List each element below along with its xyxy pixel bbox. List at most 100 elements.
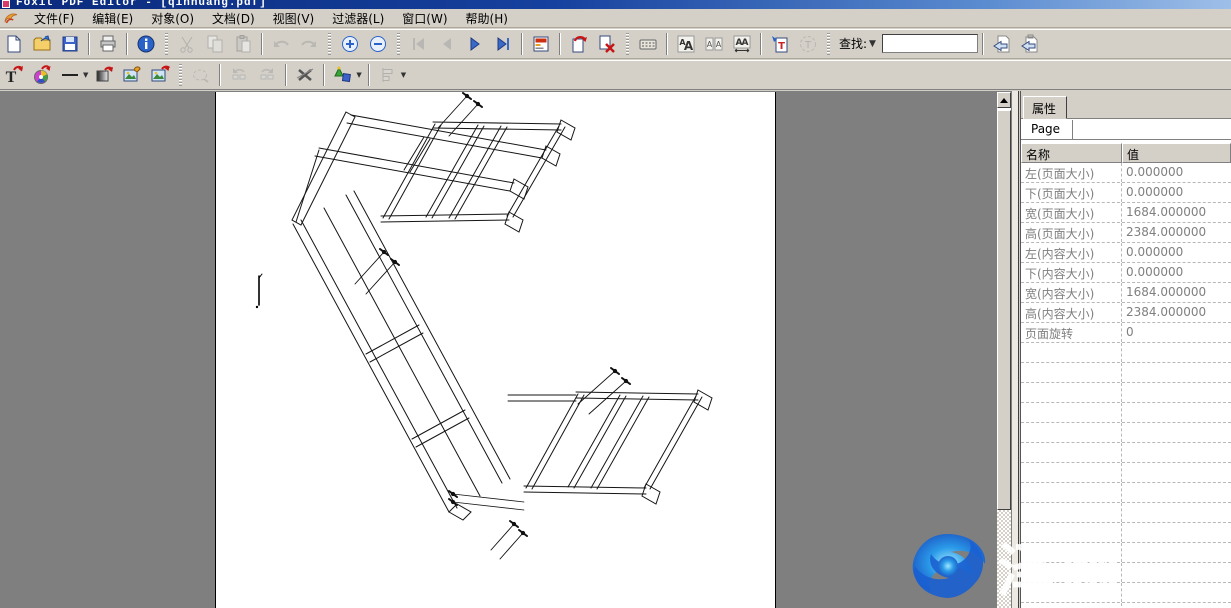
- char-spacing-icon: AA: [732, 34, 752, 54]
- property-row[interactable]: 页面旋转0: [1021, 323, 1231, 343]
- property-row[interactable]: 宽(页面大小)1684.000000: [1021, 203, 1231, 223]
- menu-item-file[interactable]: 文件(F): [25, 9, 83, 28]
- line-style-button-dropdown-icon[interactable]: ▼: [83, 71, 88, 79]
- toolbar-grip[interactable]: [827, 33, 830, 55]
- application-window: Foxit PDF Editor - [qinhuang.pdf] 文件(F)编…: [0, 0, 1231, 608]
- replace-image-button[interactable]: [147, 62, 173, 88]
- edit-color-button[interactable]: [29, 62, 55, 88]
- rotate-page-icon: [569, 34, 589, 54]
- vertical-scrollbar[interactable]: [997, 92, 1011, 608]
- column-header-name[interactable]: 名称: [1021, 143, 1122, 163]
- search-clip-button[interactable]: [1017, 31, 1043, 57]
- delete-object-button[interactable]: [292, 62, 318, 88]
- property-value[interactable]: 0: [1122, 323, 1231, 342]
- rotate-left-button[interactable]: [226, 62, 252, 88]
- first-page-button[interactable]: [406, 31, 432, 57]
- rotate-right-button[interactable]: [254, 62, 280, 88]
- copy-button[interactable]: [202, 31, 228, 57]
- rotate-page-button[interactable]: [566, 31, 592, 57]
- find-input[interactable]: [882, 34, 978, 53]
- prev-page-button[interactable]: [434, 31, 460, 57]
- scrollbar-thumb[interactable]: [997, 110, 1011, 510]
- property-value[interactable]: 0.000000: [1122, 183, 1231, 202]
- font-pair-button[interactable]: AA: [701, 31, 727, 57]
- property-value[interactable]: 0.000000: [1122, 263, 1231, 282]
- insert-shape-button-dropdown-icon[interactable]: ▼: [356, 71, 361, 79]
- menu-item-edit[interactable]: 编辑(E): [83, 9, 142, 28]
- add-text-button[interactable]: T: [767, 31, 793, 57]
- property-row[interactable]: 左(页面大小)0.000000: [1021, 163, 1231, 183]
- svg-text:T: T: [804, 40, 812, 51]
- property-value[interactable]: 0.000000: [1122, 163, 1231, 182]
- property-row[interactable]: 高(页面大小)2384.000000: [1021, 223, 1231, 243]
- toolbar-grip[interactable]: [328, 33, 331, 55]
- scroll-up-button[interactable]: [997, 92, 1011, 108]
- menu-item-window[interactable]: 窗口(W): [393, 9, 456, 28]
- last-page-button[interactable]: [490, 31, 516, 57]
- empty-row: [1021, 403, 1231, 423]
- menu-item-document[interactable]: 文档(D): [203, 9, 264, 28]
- search-document-button[interactable]: [989, 31, 1015, 57]
- pdf-page[interactable]: [215, 92, 776, 608]
- next-page-button[interactable]: [462, 31, 488, 57]
- font-size-button[interactable]: AA: [673, 31, 699, 57]
- insert-shape-button[interactable]: [330, 62, 356, 88]
- zoom-out-icon: [368, 34, 388, 54]
- empty-cell: [1122, 523, 1231, 542]
- property-value[interactable]: 2384.000000: [1122, 303, 1231, 322]
- property-value[interactable]: 1684.000000: [1122, 283, 1231, 302]
- paste-button[interactable]: [230, 31, 256, 57]
- scrollbar-track[interactable]: [997, 510, 1011, 608]
- edit-image-button[interactable]: [119, 62, 145, 88]
- property-row[interactable]: 下(内容大小)0.000000: [1021, 263, 1231, 283]
- toolbar-grip[interactable]: [179, 64, 182, 86]
- text-circle-button[interactable]: T: [795, 31, 821, 57]
- new-button[interactable]: [1, 31, 27, 57]
- align-button[interactable]: [375, 62, 401, 88]
- fill-style-button[interactable]: [91, 62, 117, 88]
- panel-splitter[interactable]: [1012, 91, 1019, 608]
- cut-button[interactable]: [174, 31, 200, 57]
- fill-icon: [94, 65, 114, 85]
- document-canvas[interactable]: [0, 91, 1012, 608]
- tab-page[interactable]: Page: [1023, 120, 1073, 139]
- toolbar-grip[interactable]: [397, 33, 400, 55]
- find-label: 查找:: [839, 35, 867, 52]
- floppy-icon: [60, 34, 80, 54]
- line-style-button[interactable]: [57, 62, 83, 88]
- redo-button[interactable]: [296, 31, 322, 57]
- undo-button[interactable]: [268, 31, 294, 57]
- page-thumbnails-button[interactable]: [528, 31, 554, 57]
- document-info-button[interactable]: [133, 31, 159, 57]
- menu-item-help[interactable]: 帮助(H): [457, 9, 517, 28]
- deselect-button[interactable]: [188, 62, 214, 88]
- print-button[interactable]: [95, 31, 121, 57]
- property-value[interactable]: 0.000000: [1122, 243, 1231, 262]
- align-button-dropdown-icon[interactable]: ▼: [401, 71, 406, 79]
- zoom-out-button[interactable]: [365, 31, 391, 57]
- menu-item-view[interactable]: 视图(V): [264, 9, 324, 28]
- column-header-value[interactable]: 值: [1122, 143, 1231, 163]
- char-spacing-button[interactable]: AA: [729, 31, 755, 57]
- empty-cell: [1122, 463, 1231, 482]
- edit-text-button[interactable]: T: [1, 62, 27, 88]
- empty-cell: [1021, 363, 1122, 382]
- open-button[interactable]: [29, 31, 55, 57]
- property-value[interactable]: 1684.000000: [1122, 203, 1231, 222]
- property-row[interactable]: 左(内容大小)0.000000: [1021, 243, 1231, 263]
- property-value[interactable]: 2384.000000: [1122, 223, 1231, 242]
- keyboard-button[interactable]: [635, 31, 661, 57]
- find-dropdown-icon[interactable]: ▼: [869, 39, 876, 49]
- delete-page-button[interactable]: [594, 31, 620, 57]
- property-row[interactable]: 高(内容大小)2384.000000: [1021, 303, 1231, 323]
- tab-properties[interactable]: 属性: [1023, 96, 1067, 119]
- toolbar-grip[interactable]: [165, 33, 168, 55]
- property-row[interactable]: 宽(内容大小)1684.000000: [1021, 283, 1231, 303]
- menu-item-filter[interactable]: 过滤器(L): [323, 9, 393, 28]
- property-row[interactable]: 下(页面大小)0.000000: [1021, 183, 1231, 203]
- prev-page-icon: [437, 34, 457, 54]
- save-button[interactable]: [57, 31, 83, 57]
- zoom-in-button[interactable]: [337, 31, 363, 57]
- menu-item-object[interactable]: 对象(O): [142, 9, 203, 28]
- toolbar-grip[interactable]: [626, 33, 629, 55]
